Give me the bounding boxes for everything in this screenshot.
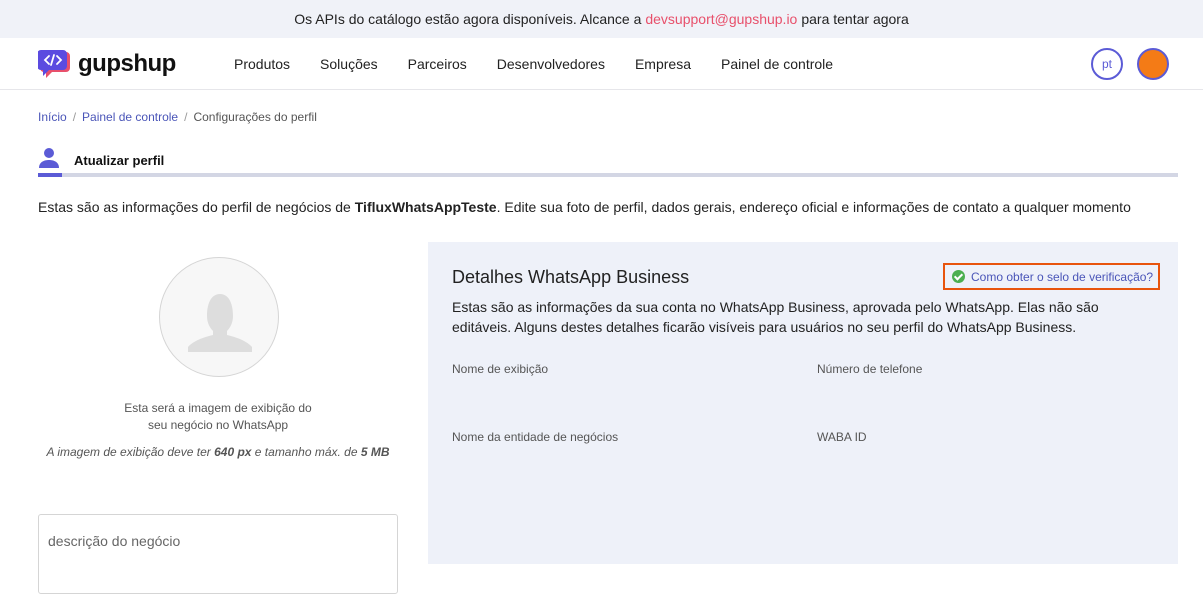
breadcrumb-separator: / (72, 110, 77, 124)
person-icon (38, 147, 60, 174)
person-silhouette-icon (188, 294, 252, 352)
tab-underline (38, 173, 1178, 177)
business-description-field[interactable]: descrição do negócio (38, 514, 398, 594)
verification-badge-link[interactable]: Como obter o selo de verificação? (943, 263, 1160, 290)
entity-name-label: Nome da entidade de negócios (452, 430, 619, 444)
menu-produtos[interactable]: Produtos (234, 56, 290, 72)
check-circle-icon (952, 270, 965, 283)
brand-logo[interactable]: gupshup (37, 48, 176, 80)
panel-description: Estas são as informações da sua conta no… (452, 299, 1099, 335)
caption-line-2: seu negócio no WhatsApp (147, 418, 289, 432)
announcement-banner: Os APIs do catálogo estão agora disponív… (0, 0, 1203, 38)
display-name-label: Nome de exibição (452, 362, 549, 376)
top-navigation: gupshup Produtos Soluções Parceiros Dese… (0, 38, 1203, 90)
menu-parceiros[interactable]: Parceiros (408, 56, 467, 72)
breadcrumb-dashboard[interactable]: Painel de controle (82, 110, 178, 124)
menu-painel[interactable]: Painel de controle (721, 56, 833, 72)
whatsapp-business-panel: Detalhes WhatsApp Business Como obter o … (428, 242, 1178, 564)
language-selector[interactable]: pt (1091, 48, 1123, 80)
banner-text: Os APIs do catálogo estão agora disponív… (294, 11, 642, 27)
menu-solucoes[interactable]: Soluções (320, 56, 378, 72)
panel-title: Detalhes WhatsApp Business (452, 267, 690, 287)
note-max: 5 MB (360, 445, 390, 459)
waba-id-label: WABA ID (817, 430, 867, 444)
breadcrumb-separator: / (184, 110, 188, 124)
intro-after: . Edite sua foto de perfil, dados gerais… (496, 199, 1131, 215)
brand-name: gupshup (78, 50, 176, 77)
verification-link-label: Como obter o selo de verificação? (971, 269, 1154, 284)
profile-picture-placeholder[interactable] (159, 257, 279, 377)
intro-text: Estas são as informações do perfil de ne… (38, 199, 1131, 215)
breadcrumb-current: Configurações do perfil (193, 110, 317, 124)
breadcrumb-home[interactable]: Início (38, 110, 67, 124)
note-before: A imagem de exibição deve ter (46, 445, 211, 459)
breadcrumb: Início / Painel de controle / Configuraç… (38, 110, 317, 124)
tab-label: Atualizar perfil (74, 152, 165, 168)
business-name: TifluxWhatsAppTeste (354, 199, 497, 215)
user-avatar[interactable] (1137, 48, 1169, 80)
caption-line-1: Esta será a imagem de exibição do (124, 401, 312, 415)
profile-image-caption: Esta será a imagem de exibição do seu ne… (38, 400, 398, 434)
menu-empresa[interactable]: Empresa (635, 56, 691, 72)
main-menu: Produtos Soluções Parceiros Desenvolvedo… (219, 38, 848, 90)
menu-desenvolvedores[interactable]: Desenvolvedores (497, 56, 605, 72)
banner-text-end: para tentar agora (801, 11, 909, 27)
phone-number-label: Número de telefone (817, 362, 923, 376)
logo-icon (37, 48, 74, 80)
tab-active-indicator (38, 173, 62, 177)
intro-before: Estas são as informações do perfil de ne… (38, 199, 351, 215)
note-size: 640 px (214, 445, 252, 459)
support-email-link[interactable]: devsupport@gupshup.io (645, 11, 797, 27)
note-middle: e tamanho máx. de (254, 445, 358, 459)
profile-image-requirements: A imagem de exibição deve ter 640 px e t… (38, 445, 398, 459)
